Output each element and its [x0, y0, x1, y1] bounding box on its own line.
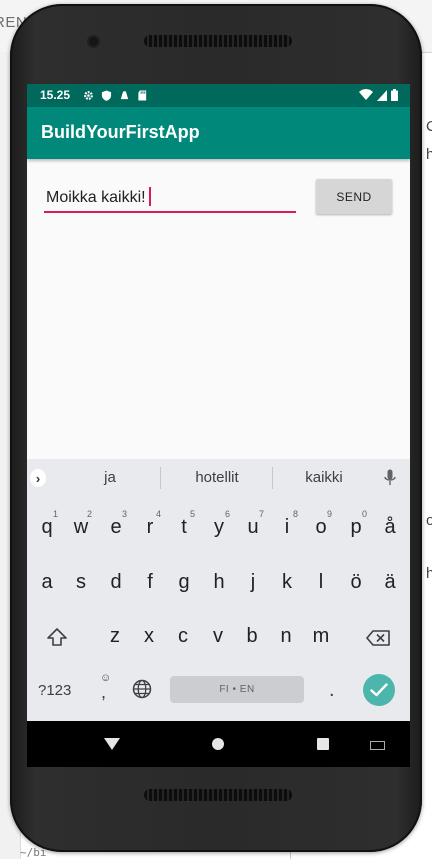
- suggestion-3[interactable]: kaikki: [289, 469, 359, 486]
- emulator-screen: 15.25 BuildYourFirstApp Moikka kaikki! S…: [27, 84, 410, 767]
- key-hint: 2: [87, 509, 93, 519]
- shift-icon[interactable]: [46, 628, 68, 646]
- message-input[interactable]: Moikka kaikki!: [44, 187, 296, 213]
- globe-icon[interactable]: [132, 679, 152, 699]
- send-button[interactable]: SEND: [316, 179, 392, 214]
- wifi-icon: [359, 89, 373, 100]
- suggestion-divider: [272, 467, 273, 489]
- message-input-text: Moikka kaikki!: [46, 189, 146, 206]
- key-j[interactable]: j: [241, 571, 265, 594]
- recents-icon[interactable]: [317, 738, 329, 750]
- key-l[interactable]: l: [309, 571, 333, 594]
- checkmark-icon: [370, 683, 388, 697]
- ide-edge-text: h: [426, 565, 432, 582]
- key-w[interactable]: w: [69, 516, 93, 539]
- key-t[interactable]: t: [172, 516, 196, 539]
- key-hint: 8: [293, 509, 299, 519]
- expand-toolbar-icon[interactable]: ›: [30, 469, 46, 487]
- navigation-bar: [27, 721, 410, 767]
- status-time: 15.25: [40, 88, 71, 102]
- front-camera: [89, 37, 98, 46]
- key-a-ring[interactable]: å: [378, 516, 402, 539]
- key-v[interactable]: v: [206, 625, 230, 648]
- bottom-speaker-grille: [144, 789, 292, 801]
- key-x[interactable]: x: [137, 625, 161, 648]
- comma-key[interactable]: ,: [101, 682, 106, 703]
- status-bar: 15.25: [27, 84, 410, 107]
- key-hint: 5: [190, 509, 196, 519]
- key-m[interactable]: m: [309, 625, 333, 648]
- key-s[interactable]: s: [69, 571, 93, 594]
- top-speaker-grille: [144, 35, 292, 47]
- ide-edge-text: C: [426, 118, 432, 135]
- key-g[interactable]: g: [172, 571, 196, 594]
- space-bar[interactable]: FI • EN: [170, 676, 304, 703]
- signal-icon: [377, 89, 387, 101]
- key-y[interactable]: y: [207, 516, 231, 539]
- key-h[interactable]: h: [207, 571, 231, 594]
- app-title: BuildYourFirstApp: [41, 122, 200, 142]
- key-i[interactable]: i: [275, 516, 299, 539]
- key-hint: 7: [259, 509, 265, 519]
- keyboard-switch-icon[interactable]: [370, 741, 385, 750]
- sd-card-icon: [138, 89, 147, 101]
- key-f[interactable]: f: [138, 571, 162, 594]
- key-hint: 4: [156, 509, 162, 519]
- enter-button[interactable]: [363, 674, 395, 706]
- gear-icon: [84, 90, 93, 100]
- key-hint: 6: [225, 509, 231, 519]
- ide-edge-text: o: [426, 512, 432, 529]
- key-hint: 1: [53, 509, 59, 519]
- key-b[interactable]: b: [240, 625, 264, 648]
- key-e[interactable]: e: [104, 516, 128, 539]
- key-hint: 0: [362, 509, 368, 519]
- key-z[interactable]: z: [103, 625, 127, 648]
- symbols-key[interactable]: ?123: [38, 682, 71, 699]
- key-u[interactable]: u: [241, 516, 265, 539]
- microphone-icon[interactable]: [384, 469, 396, 487]
- key-a[interactable]: a: [35, 571, 59, 594]
- key-hint: 3: [122, 509, 128, 519]
- key-q[interactable]: q: [35, 516, 59, 539]
- key-n[interactable]: n: [274, 625, 298, 648]
- period-key[interactable]: .: [329, 679, 335, 702]
- back-icon[interactable]: [104, 738, 120, 750]
- suggestion-2[interactable]: hotellit: [177, 469, 257, 486]
- key-o-umlaut[interactable]: ö: [344, 571, 368, 594]
- key-a-umlaut[interactable]: ä: [378, 571, 402, 594]
- app-icon: [120, 90, 129, 99]
- suggestion-divider: [160, 467, 161, 489]
- battery-icon: [391, 89, 398, 101]
- key-p[interactable]: p: [344, 516, 368, 539]
- suggestion-bar: › ja hotellit kaikki: [27, 459, 410, 499]
- key-o[interactable]: o: [309, 516, 333, 539]
- app-bar: BuildYourFirstApp: [27, 107, 410, 159]
- suggestion-1[interactable]: ja: [87, 469, 133, 486]
- shield-icon: [101, 89, 112, 101]
- key-d[interactable]: d: [104, 571, 128, 594]
- ide-edge-text: h: [426, 146, 432, 163]
- backspace-icon[interactable]: [366, 630, 390, 646]
- key-k[interactable]: k: [275, 571, 299, 594]
- key-r[interactable]: r: [138, 516, 162, 539]
- text-cursor: [148, 187, 151, 206]
- home-icon[interactable]: [212, 738, 224, 750]
- key-hint: 9: [327, 509, 333, 519]
- key-c[interactable]: c: [171, 625, 195, 648]
